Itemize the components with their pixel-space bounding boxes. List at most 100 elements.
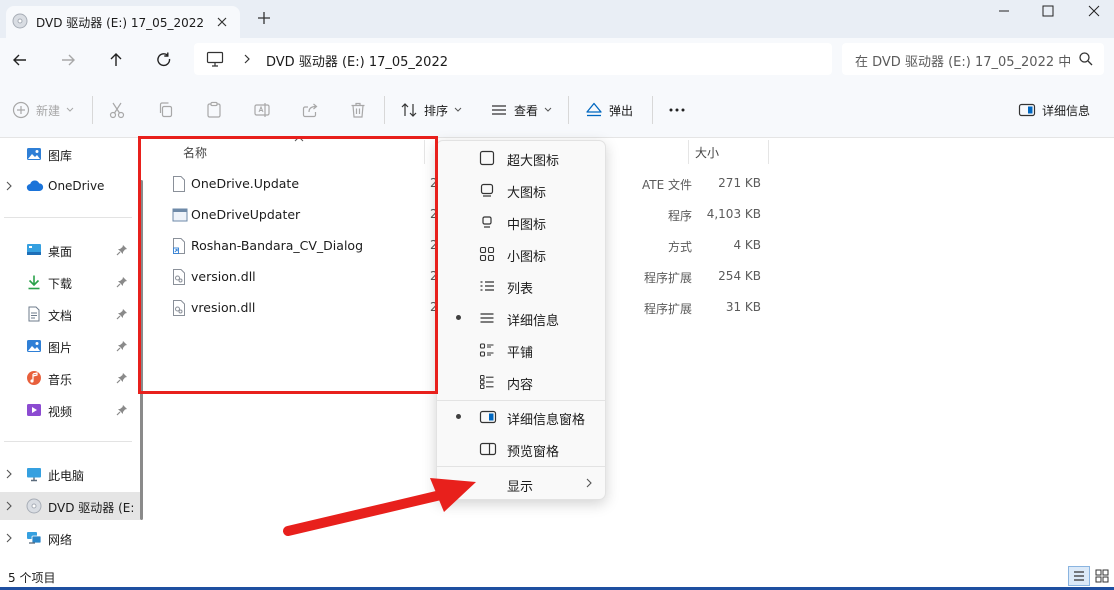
sidebar-item-label: 网络 (48, 533, 73, 547)
sidebar-item-documents[interactable]: 文档 (0, 300, 140, 328)
close-tab-icon[interactable] (214, 14, 230, 30)
desktop-icon (26, 242, 42, 258)
pin-icon[interactable] (116, 340, 128, 352)
pin-icon[interactable] (116, 372, 128, 384)
tab-dvd-drive[interactable]: DVD 驱动器 (E:) 17_05_2022 (6, 6, 240, 38)
sidebar-item-music[interactable]: 音乐 (0, 364, 140, 392)
column-divider[interactable] (768, 140, 769, 164)
menu-item-tiles[interactable]: 平铺 (441, 334, 601, 366)
computer-icon (206, 51, 224, 67)
breadcrumb-chevron-icon[interactable] (242, 53, 252, 65)
details-pane-button[interactable]: 详细信息 (1018, 100, 1090, 120)
details-pane-icon (1018, 101, 1036, 119)
search-input[interactable]: 在 DVD 驱动器 (E:) 17_05_2022 中 (842, 43, 1104, 75)
menu-divider (437, 466, 605, 467)
menu-item-small-icons[interactable]: 小图标 (441, 238, 601, 270)
eject-button[interactable]: 弹出 (585, 100, 633, 120)
chevron-down-icon (454, 107, 462, 113)
new-button[interactable]: 新建 (12, 100, 74, 120)
delete-button[interactable] (349, 100, 367, 120)
view-menu: 超大图标 大图标 中图标 小图标 列表 详细信息 平铺 内容 详细信息窗格 预览… (436, 140, 606, 500)
back-icon[interactable] (10, 50, 30, 70)
medium-icons-icon (479, 214, 495, 230)
sidebar-item-label: 下载 (48, 277, 73, 291)
up-icon[interactable] (106, 50, 126, 70)
pin-icon[interactable] (116, 276, 128, 288)
view-icon (490, 101, 508, 119)
menu-item-list[interactable]: 列表 (441, 270, 601, 302)
new-tab-icon[interactable] (256, 10, 272, 26)
chevron-right-icon[interactable] (5, 181, 13, 191)
sidebar-item-onedrive[interactable]: OneDrive (0, 172, 140, 200)
pin-icon[interactable] (116, 404, 128, 416)
sort-icon (400, 101, 418, 119)
refresh-icon[interactable] (154, 50, 174, 70)
toolbar-divider (652, 96, 653, 124)
sidebar-item-label: 图库 (48, 149, 73, 163)
rename-button[interactable] (253, 100, 271, 120)
breadcrumb[interactable]: DVD 驱动器 (E:) 17_05_2022 (266, 51, 448, 70)
menu-item-details-pane[interactable]: 详细信息窗格 (441, 401, 601, 433)
menu-item-extra-large-icons[interactable]: 超大图标 (441, 142, 601, 174)
pin-icon[interactable] (116, 244, 128, 256)
file-size: 254 KB (718, 269, 761, 283)
menu-item-large-icons[interactable]: 大图标 (441, 174, 601, 206)
sidebar-item-videos[interactable]: 视频 (0, 396, 140, 424)
sidebar-divider (4, 217, 132, 218)
sidebar-divider (4, 441, 132, 442)
close-window-icon[interactable] (1086, 3, 1102, 19)
copy-icon (157, 101, 175, 119)
sidebar-item-this-pc[interactable]: 此电脑 (0, 460, 140, 488)
details-view-toggle[interactable] (1068, 566, 1090, 586)
sidebar-item-network[interactable]: 网络 (0, 524, 140, 552)
paste-button[interactable] (205, 100, 223, 120)
item-count: 5 个项目 (8, 571, 56, 585)
more-icon (668, 101, 686, 119)
share-button[interactable] (301, 100, 319, 120)
chevron-right-icon[interactable] (5, 533, 13, 543)
sidebar-item-dvd-drive[interactable]: DVD 驱动器 (E: (0, 492, 140, 520)
sidebar-item-downloads[interactable]: 下载 (0, 268, 140, 296)
address-field[interactable]: DVD 驱动器 (E:) 17_05_2022 (194, 43, 832, 75)
file-size: 4,103 KB (706, 207, 761, 221)
minimize-icon[interactable] (996, 3, 1012, 19)
menu-item-preview-pane[interactable]: 预览窗格 (441, 433, 601, 465)
more-options-button[interactable] (668, 100, 686, 120)
view-button[interactable]: 查看 (490, 100, 552, 120)
download-icon (26, 274, 42, 290)
menu-item-label: 小图标 (507, 250, 547, 265)
cut-icon (108, 101, 126, 119)
menu-item-details[interactable]: 详细信息 (441, 302, 601, 334)
eject-icon (585, 101, 603, 119)
paste-icon (205, 101, 223, 119)
menu-item-content[interactable]: 内容 (441, 366, 601, 398)
small-icons-icon (479, 246, 495, 262)
cut-button[interactable] (108, 100, 126, 120)
tiles-view-toggle[interactable] (1092, 566, 1112, 586)
sidebar-item-label: 图片 (48, 341, 73, 355)
sidebar-item-label: 文档 (48, 309, 73, 323)
menu-item-medium-icons[interactable]: 中图标 (441, 206, 601, 238)
column-header-size[interactable]: 大小 (695, 144, 719, 161)
new-icon (12, 101, 30, 119)
file-size: 31 KB (725, 300, 761, 314)
toolbar-divider (384, 96, 385, 124)
details-view-icon (479, 310, 495, 326)
maximize-icon[interactable] (1040, 3, 1056, 19)
menu-item-label: 超大图标 (507, 154, 560, 169)
sidebar-item-gallery[interactable]: 图库 (0, 140, 140, 168)
forward-icon[interactable] (58, 50, 78, 70)
chevron-right-icon[interactable] (5, 469, 13, 479)
pin-icon[interactable] (116, 308, 128, 320)
column-divider[interactable] (688, 140, 689, 164)
command-bar: 新建 排序 查看 弹出 详细信息 (0, 82, 1114, 138)
copy-button[interactable] (157, 100, 175, 120)
sidebar-item-pictures[interactable]: 图片 (0, 332, 140, 360)
chevron-right-icon[interactable] (5, 501, 13, 511)
search-icon[interactable] (1078, 51, 1094, 67)
details-pane-label: 详细信息 (1042, 103, 1091, 118)
sidebar-item-desktop[interactable]: 桌面 (0, 236, 140, 264)
menu-item-label: 内容 (507, 378, 534, 393)
chevron-down-icon (544, 107, 552, 113)
sort-button[interactable]: 排序 (400, 100, 462, 120)
